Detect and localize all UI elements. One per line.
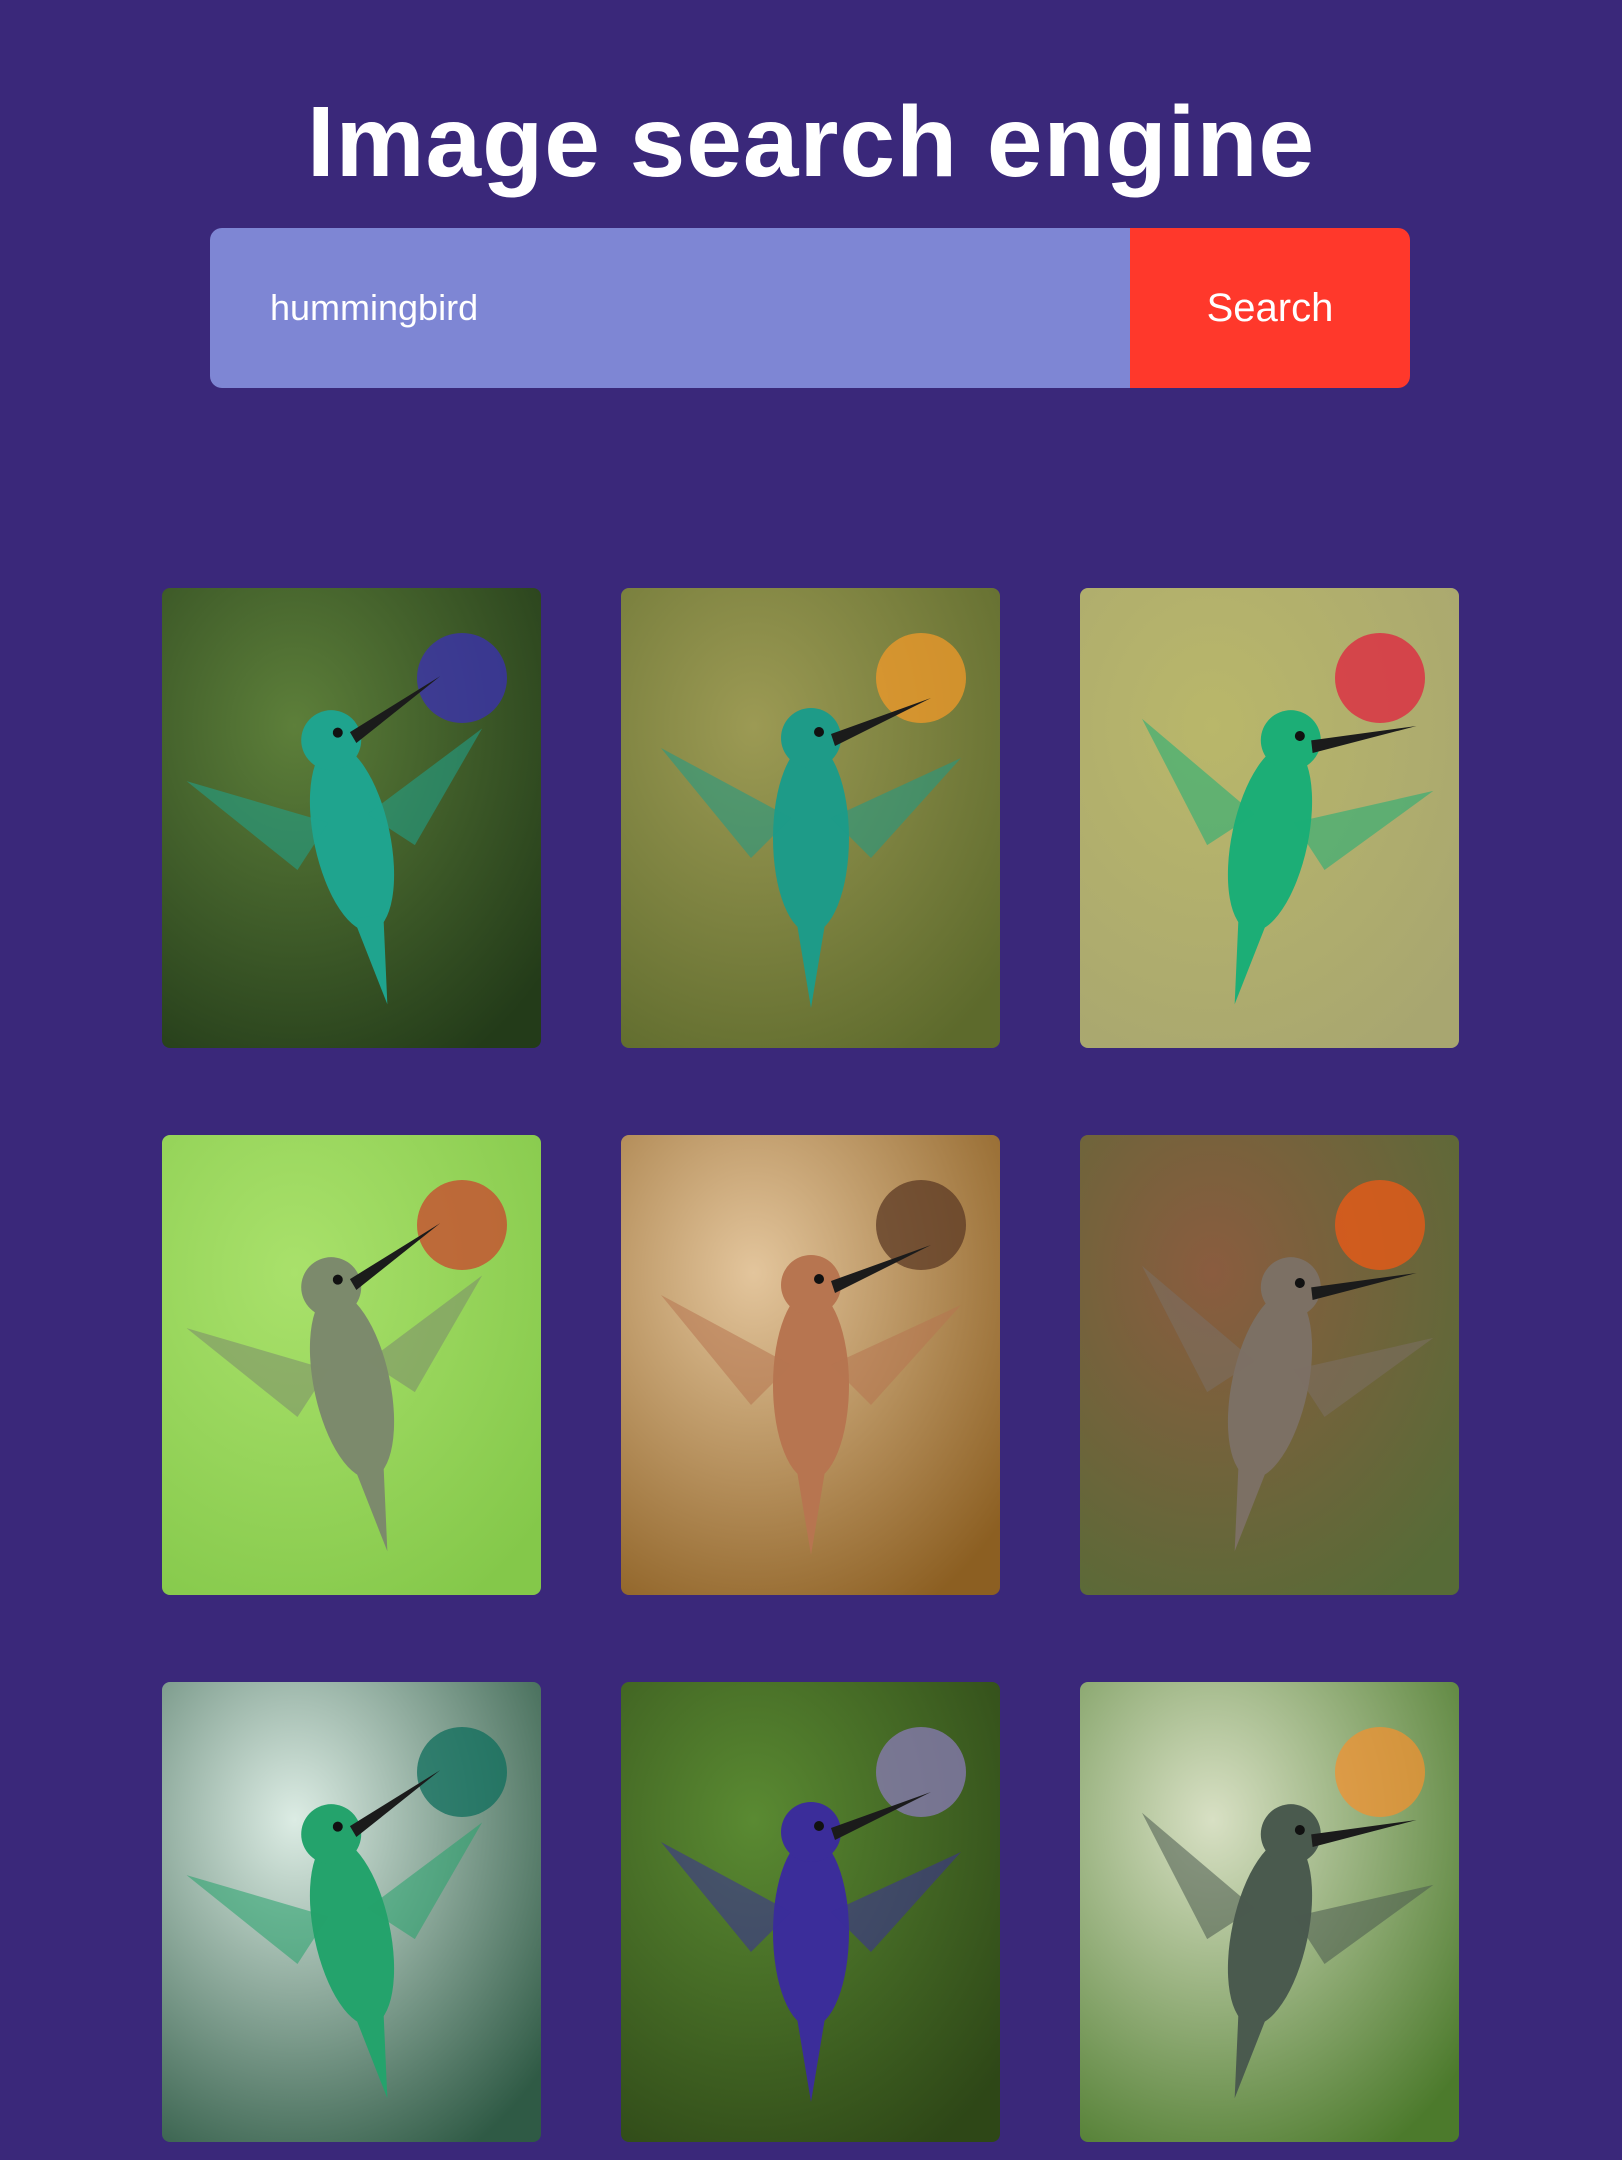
search-button[interactable]: Search <box>1130 228 1410 388</box>
hummingbird-poker-flower-image <box>1080 1682 1459 2142</box>
hummingbird-orange-flower-image <box>1080 1135 1459 1595</box>
brown-hummingbird-image <box>621 1135 1000 1595</box>
result-image-8[interactable] <box>621 1682 1000 2142</box>
image-search-page: Image search engine Search <box>0 0 1622 2160</box>
result-image-1[interactable] <box>162 588 541 1048</box>
violet-hummingbird-image <box>621 1682 1000 2142</box>
result-image-6[interactable] <box>1080 1135 1459 1595</box>
page-title: Image search engine <box>306 86 1316 198</box>
result-image-5[interactable] <box>621 1135 1000 1595</box>
result-image-7[interactable] <box>162 1682 541 2142</box>
search-input[interactable] <box>210 228 1130 388</box>
emerald-hummingbird-image <box>162 1682 541 2142</box>
result-image-9[interactable] <box>1080 1682 1459 2142</box>
search-form: Search <box>210 228 1410 388</box>
result-image-4[interactable] <box>162 1135 541 1595</box>
result-image-2[interactable] <box>621 588 1000 1048</box>
result-image-3[interactable] <box>1080 588 1459 1048</box>
ruby-throated-hummingbird-image <box>162 1135 541 1595</box>
hummingbird-perched-image <box>162 588 541 1048</box>
hummingbird-flowers-image <box>621 588 1000 1048</box>
hummingbird-fuchsia-image <box>1080 588 1459 1048</box>
results-grid <box>162 588 1459 2142</box>
